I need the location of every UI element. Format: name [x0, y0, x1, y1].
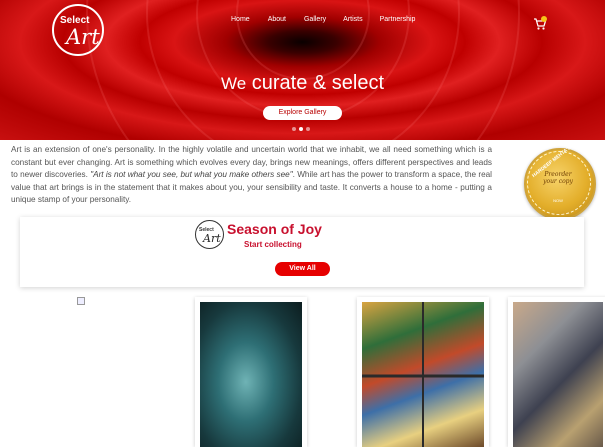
season-title: Season of Joy	[227, 221, 322, 237]
artwork-card[interactable]	[357, 297, 489, 447]
badge-main-text: Preorder your copy	[543, 171, 573, 185]
nav-home[interactable]: Home	[231, 16, 250, 23]
carousel-dot-1[interactable]	[292, 127, 296, 131]
intro-quote: "Art is not what you see, but what you m…	[90, 170, 293, 179]
nav-about[interactable]: About	[268, 16, 286, 23]
artwork-card[interactable]	[195, 297, 307, 447]
nav-artists[interactable]: Artists	[343, 16, 362, 23]
carousel-dot-3[interactable]	[306, 127, 310, 131]
cart-count-badge	[541, 16, 547, 22]
season-logo: Select Art	[195, 220, 224, 249]
artwork-card[interactable]	[508, 297, 605, 447]
carousel-dot-2[interactable]	[299, 127, 303, 131]
artwork-image[interactable]	[362, 302, 484, 447]
view-all-button[interactable]: View All	[275, 262, 330, 276]
hero-headline: We curate & select	[0, 72, 605, 95]
artwork-image[interactable]	[200, 302, 302, 447]
nav-partnership[interactable]: Partnership	[380, 16, 416, 23]
main-nav: Home About Gallery Artists Partnership	[231, 16, 415, 23]
badge-sub-text: NOW	[553, 198, 563, 203]
intro-paragraph: Art is an extension of one's personality…	[11, 144, 492, 207]
season-logo-bottom: Art	[203, 232, 221, 245]
hero-headline-we: We	[220, 74, 247, 93]
nav-gallery[interactable]: Gallery	[304, 16, 326, 23]
site-logo[interactable]: Select Art	[52, 4, 104, 56]
artwork-image[interactable]	[513, 302, 603, 447]
logo-text-bottom: Art	[66, 25, 100, 49]
hero-carousel-dots	[292, 127, 310, 131]
explore-gallery-button[interactable]: Explore Gallery	[263, 106, 342, 120]
hero-headline-rest: curate & select	[251, 72, 385, 94]
season-subtitle: Start collecting	[244, 240, 302, 249]
broken-image-icon	[77, 297, 85, 305]
